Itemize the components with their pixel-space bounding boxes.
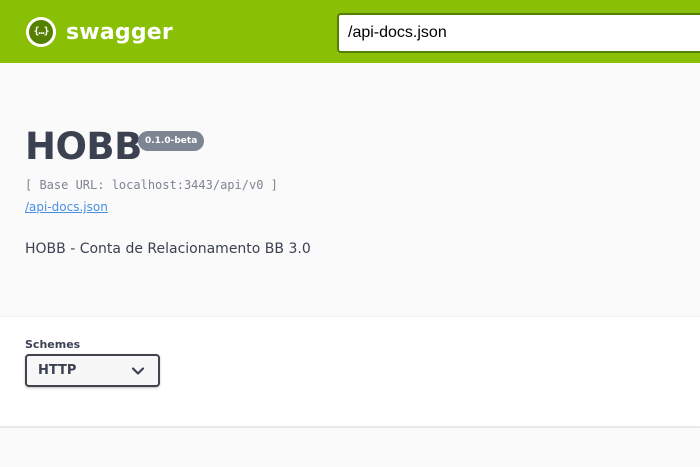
chevron-down-icon [131,367,145,375]
api-url-input[interactable]: /api-docs.json [337,13,700,53]
schemes-select[interactable]: HTTP [25,354,160,387]
top-bar: {…} swagger /api-docs.json [0,0,700,63]
logo-glyph: {…} [29,20,53,44]
swagger-logo[interactable]: {…} swagger [26,17,173,47]
base-url: [ Base URL: localhost:3443/api/v0 ] [25,178,278,192]
schemes-label: Schemes [25,338,81,351]
logo-text: swagger [66,19,173,45]
schemes-selected-value: HTTP [38,363,77,378]
version-badge: 0.1.0-beta [138,131,205,151]
api-description: HOBB - Conta de Relacionamento BB 3.0 [25,241,311,257]
api-title: HOBB [25,125,142,168]
swagger-logo-icon: {…} [26,17,56,47]
operations-area [0,428,700,467]
api-docs-link[interactable]: /api-docs.json [25,200,108,214]
